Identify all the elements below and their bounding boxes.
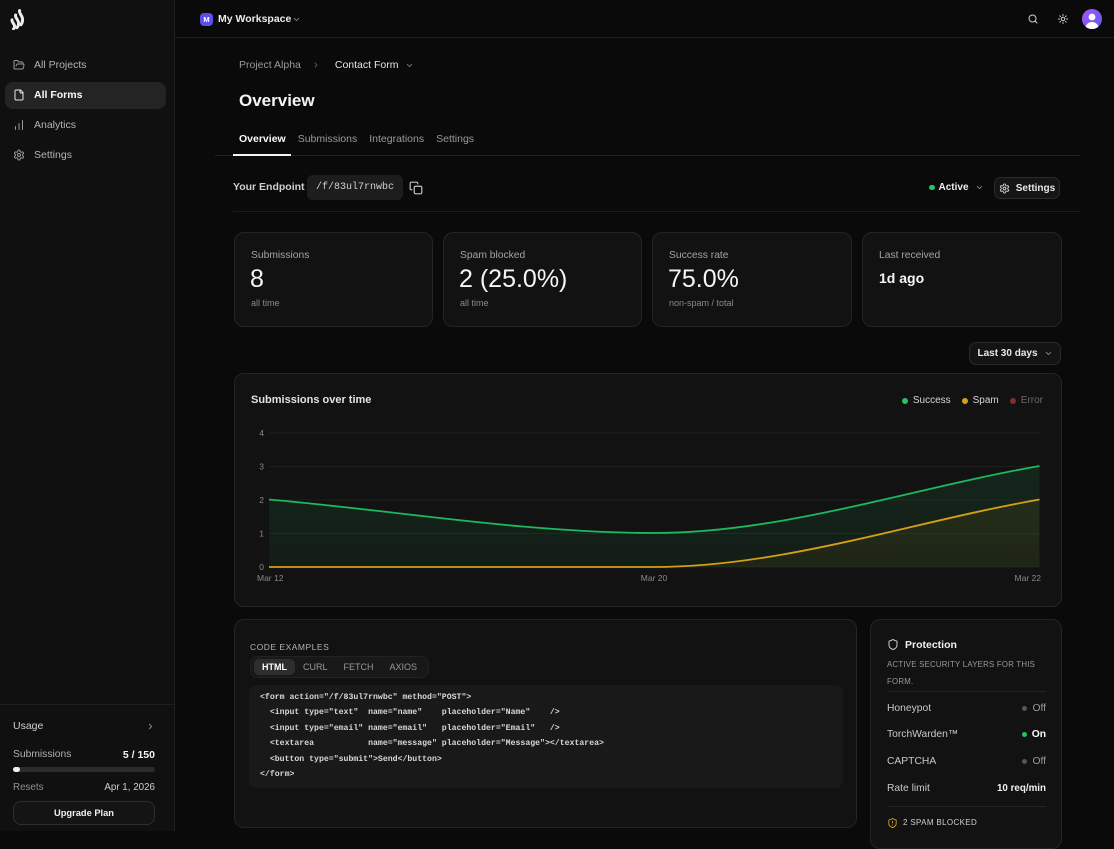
svg-text:Mar 20: Mar 20 — [641, 573, 668, 583]
svg-text:1: 1 — [259, 529, 264, 539]
svg-text:Mar 12: Mar 12 — [257, 573, 284, 583]
svg-text:2: 2 — [259, 495, 264, 505]
svg-text:4: 4 — [259, 428, 264, 438]
svg-text:Mar 22: Mar 22 — [1015, 573, 1042, 583]
svg-text:3: 3 — [259, 462, 264, 472]
svg-text:0: 0 — [259, 562, 264, 572]
